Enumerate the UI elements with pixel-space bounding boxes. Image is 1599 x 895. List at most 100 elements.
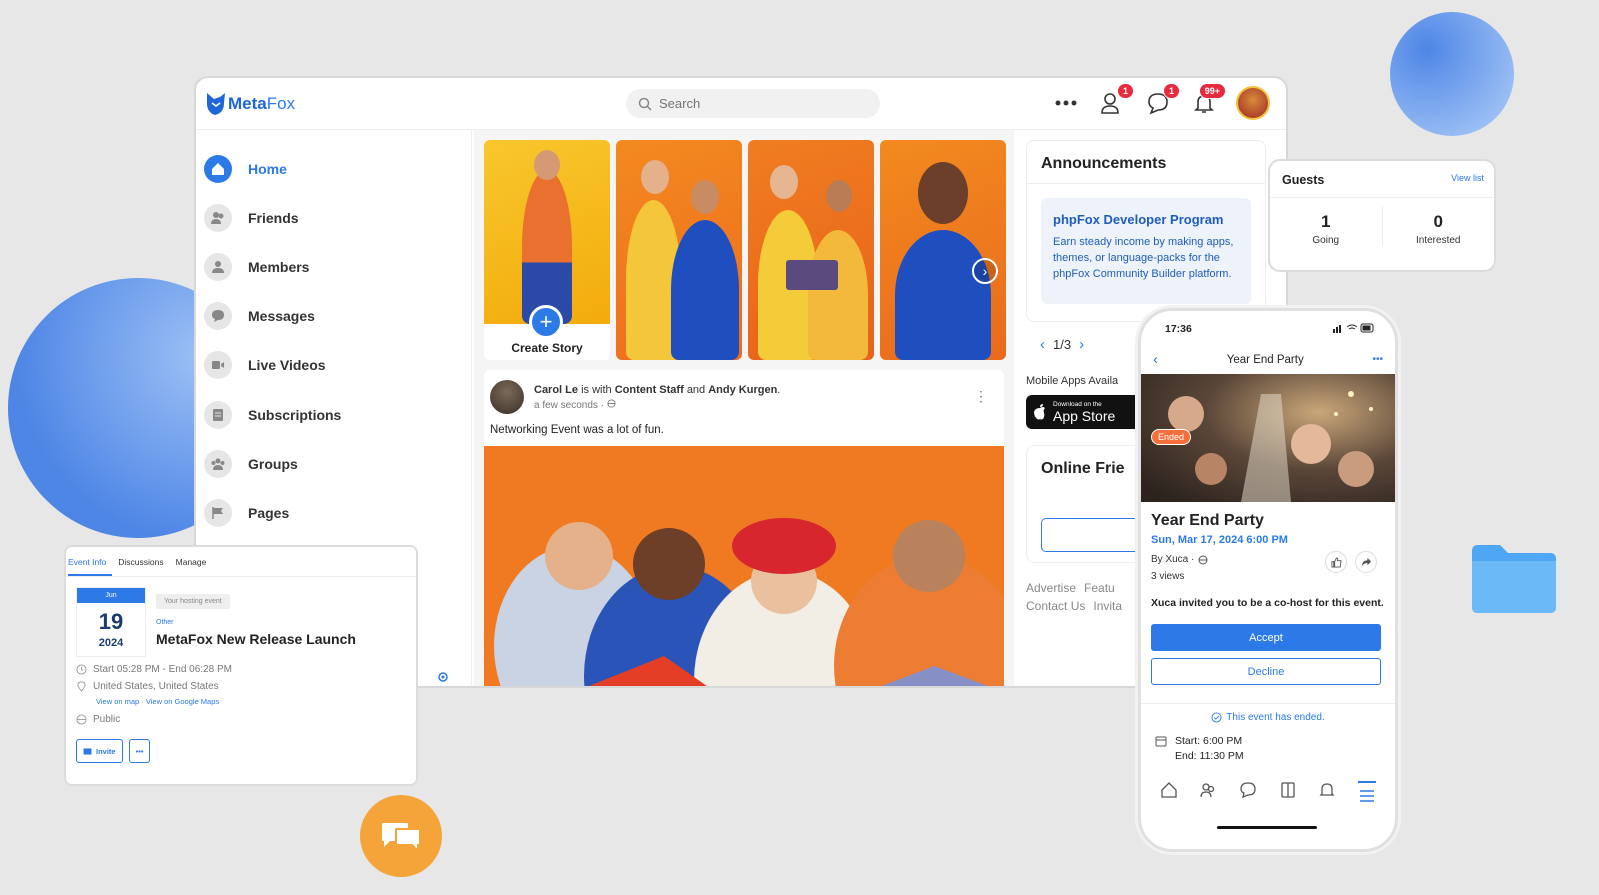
create-story-card[interactable]: + Create Story	[484, 140, 610, 360]
tab-event-info[interactable]: Event Info	[68, 547, 113, 576]
sidebar-item-members[interactable]: Members	[196, 242, 471, 291]
mail-icon	[83, 747, 92, 755]
share-button[interactable]	[1355, 551, 1377, 573]
view-list-link[interactable]: View list	[1451, 173, 1484, 187]
book-icon[interactable]	[1279, 781, 1297, 799]
footer-link-features[interactable]: Featu	[1084, 581, 1115, 595]
post-tag-1[interactable]: Content Staff	[615, 384, 684, 396]
home-indicator	[1217, 826, 1317, 829]
post-period: .	[777, 383, 781, 396]
search-input[interactable]	[659, 96, 859, 111]
footer-link-contact[interactable]: Contact Us	[1026, 599, 1085, 613]
sidebar-item-label: Friends	[248, 209, 299, 226]
menu-tab[interactable]	[1358, 781, 1377, 808]
announcement-title[interactable]: phpFox Developer Program	[1053, 212, 1239, 227]
sidebar-item-messages[interactable]: Messages	[196, 292, 471, 341]
notifications-button[interactable]: 99+	[1190, 83, 1226, 117]
chevron-right-icon[interactable]: ›	[972, 258, 998, 284]
story-card[interactable]	[616, 140, 742, 360]
subscriptions-icon	[204, 400, 232, 429]
guests-header: Guests View list	[1270, 161, 1494, 198]
sidebar-item-groups[interactable]: Groups	[196, 439, 471, 488]
gear-icon[interactable]	[436, 670, 450, 684]
back-chevron-icon[interactable]: ‹	[1153, 351, 1158, 368]
groups-icon	[204, 449, 232, 478]
map-links[interactable]: View on map · View on Google Maps	[96, 697, 219, 706]
post-author-line: Carol Le is with Content Staff and Andy …	[534, 384, 780, 396]
post-more-icon[interactable]: ⋮	[974, 388, 988, 405]
story-card[interactable]	[748, 140, 874, 360]
chat-bubble-icon	[360, 795, 442, 877]
more-dots-icon	[1055, 100, 1077, 106]
post-timestamp: a few seconds ·	[534, 398, 780, 411]
sidebar-item-label: Subscriptions	[248, 406, 342, 423]
user-avatar[interactable]	[1236, 86, 1270, 120]
post-author-name[interactable]: Carol Le	[534, 384, 578, 396]
guests-card: Guests View list 1 Going 0 Interested	[1268, 159, 1496, 272]
tab-discussions[interactable]: Discussions	[118, 547, 169, 576]
announcement-item[interactable]: phpFox Developer Program Earn steady inc…	[1041, 198, 1251, 304]
post-tag-2[interactable]: Andy Kurgen	[708, 384, 777, 396]
host-text[interactable]: By Xuca ·	[1151, 554, 1194, 565]
home-icon[interactable]	[1160, 781, 1178, 799]
accept-button[interactable]: Accept	[1151, 624, 1381, 652]
check-circle-icon	[1211, 712, 1222, 723]
sidebar-item-pages[interactable]: Pages	[196, 488, 471, 537]
friend-requests-button[interactable]: 1	[1098, 83, 1134, 117]
phone-event-date: Sun, Mar 17, 2024 6:00 PM	[1151, 534, 1288, 546]
globe-icon	[1198, 555, 1208, 564]
search-bar[interactable]	[626, 89, 880, 118]
more-dots-icon[interactable]: •••	[1372, 354, 1383, 365]
post-author-avatar[interactable]	[490, 380, 524, 414]
invite-label: Invite	[96, 746, 116, 756]
going-stat[interactable]: 1 Going	[1270, 206, 1382, 246]
interested-stat[interactable]: 0 Interested	[1381, 206, 1495, 246]
phone-event-actions	[1325, 551, 1377, 573]
post-photo[interactable]	[484, 446, 1004, 688]
add-story-icon[interactable]: +	[529, 305, 563, 339]
phone-clock: 17:36	[1165, 323, 1192, 335]
event-year: 2024	[98, 637, 124, 649]
footer-link-advertise[interactable]: Advertise	[1026, 581, 1076, 595]
messages-icon	[204, 302, 232, 331]
create-story-photo	[484, 140, 610, 324]
chevron-left-icon[interactable]: ‹	[1040, 336, 1045, 353]
bell-icon[interactable]	[1318, 781, 1336, 799]
more-dots-icon: •••	[135, 746, 144, 756]
pager-text: 1/3	[1053, 337, 1072, 352]
top-icons: 1 1 99+	[1052, 83, 1270, 120]
footer-link-invite[interactable]: Invita	[1093, 599, 1122, 613]
main-feed: + Create Story › Carol Le is with Conten…	[474, 130, 1014, 688]
friends-icon[interactable]	[1199, 781, 1217, 799]
chevron-right-icon[interactable]: ›	[1079, 336, 1084, 353]
phone-status-bar: 17:36	[1141, 311, 1395, 335]
invite-button[interactable]: Invite	[76, 739, 123, 763]
metafox-logo[interactable]: Meta Fox	[204, 91, 295, 117]
messages-button[interactable]: 1	[1144, 83, 1180, 117]
event-start: Start: 6:00 PM	[1175, 735, 1243, 748]
tab-manage[interactable]: Manage	[176, 547, 213, 576]
globe-icon	[607, 398, 616, 408]
friends-icon	[204, 203, 232, 232]
story-card[interactable]: ›	[880, 140, 1006, 360]
event-more-button[interactable]: •••	[128, 739, 151, 763]
sidebar-item-home[interactable]: Home	[196, 144, 471, 193]
sidebar-item-friends[interactable]: Friends	[196, 193, 471, 242]
like-button[interactable]	[1325, 551, 1347, 573]
decline-button[interactable]: Decline	[1151, 658, 1381, 686]
chat-icon[interactable]	[1239, 781, 1257, 799]
app-store-button[interactable]: Download on the App Store	[1026, 395, 1144, 429]
event-location-row: United States, United States	[76, 681, 219, 692]
fox-logo-icon	[207, 92, 225, 115]
event-day: 19	[98, 609, 124, 634]
post-time-text: a few seconds	[534, 399, 598, 411]
sidebar-item-subscriptions[interactable]: Subscriptions	[196, 390, 471, 439]
event-category[interactable]: Other	[156, 619, 174, 626]
sidebar-item-live-videos[interactable]: Live Videos	[196, 341, 471, 390]
app-store-small-text: Download on the	[1053, 400, 1102, 408]
post-with-text: is with	[581, 383, 612, 396]
more-menu-button[interactable]	[1052, 89, 1080, 117]
globe-icon	[76, 714, 87, 725]
interested-count: 0	[1433, 212, 1443, 231]
phone-tab-bar	[1141, 781, 1395, 808]
